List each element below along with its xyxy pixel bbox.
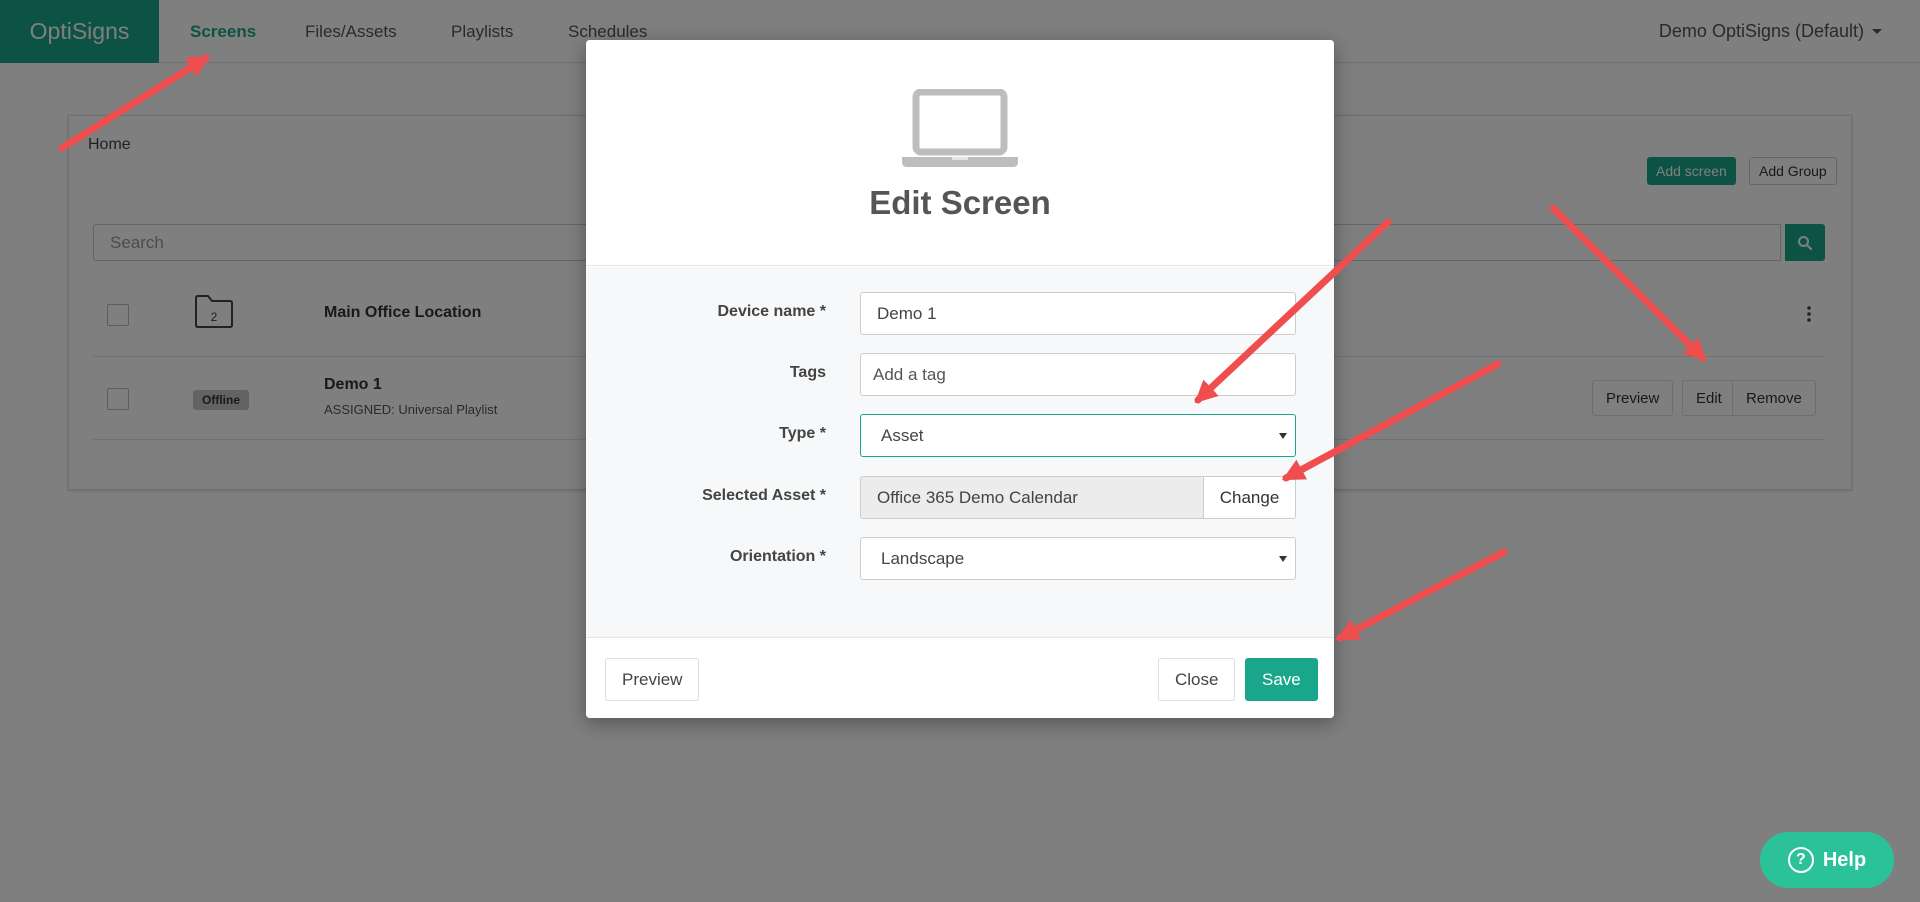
tags-input[interactable]: Add a tag [860,353,1296,396]
help-label: Help [1822,848,1867,871]
laptop-icon [902,89,1018,167]
type-label: Type * [779,425,826,442]
selected-asset-label: Selected Asset * [702,487,826,504]
edit-screen-modal: Edit Screen Device name * Demo 1 Tags Ad… [586,40,1334,718]
orientation-select-value: Landscape [881,548,965,568]
modal-footer: Preview Close Save [586,637,1334,718]
device-name-input[interactable]: Demo 1 [860,292,1296,335]
select-caret-icon [1279,433,1287,439]
orientation-select[interactable]: Landscape [860,537,1296,580]
tags-label: Tags [789,364,826,381]
modal-header: Edit Screen [586,40,1334,266]
type-select-value: Asset [881,425,924,445]
modal-close-button[interactable]: Close [1158,658,1236,701]
question-circle-icon: ? [1787,847,1814,873]
modal-title: Edit Screen [869,184,1051,221]
orientation-label: Orientation * [729,548,826,565]
modal-preview-button[interactable]: Preview [605,658,700,701]
type-select[interactable]: Asset [860,414,1296,457]
selected-asset-field: Office 365 Demo Calendar [860,476,1204,519]
select-caret-icon [1279,556,1287,562]
modal-save-button[interactable]: Save [1245,658,1318,701]
modal-body: Device name * Demo 1 Tags Add a tag Type… [586,267,1334,637]
help-button[interactable]: ? Help [1760,832,1894,888]
change-asset-button[interactable]: Change [1204,476,1296,519]
device-name-label: Device name * [717,303,826,320]
